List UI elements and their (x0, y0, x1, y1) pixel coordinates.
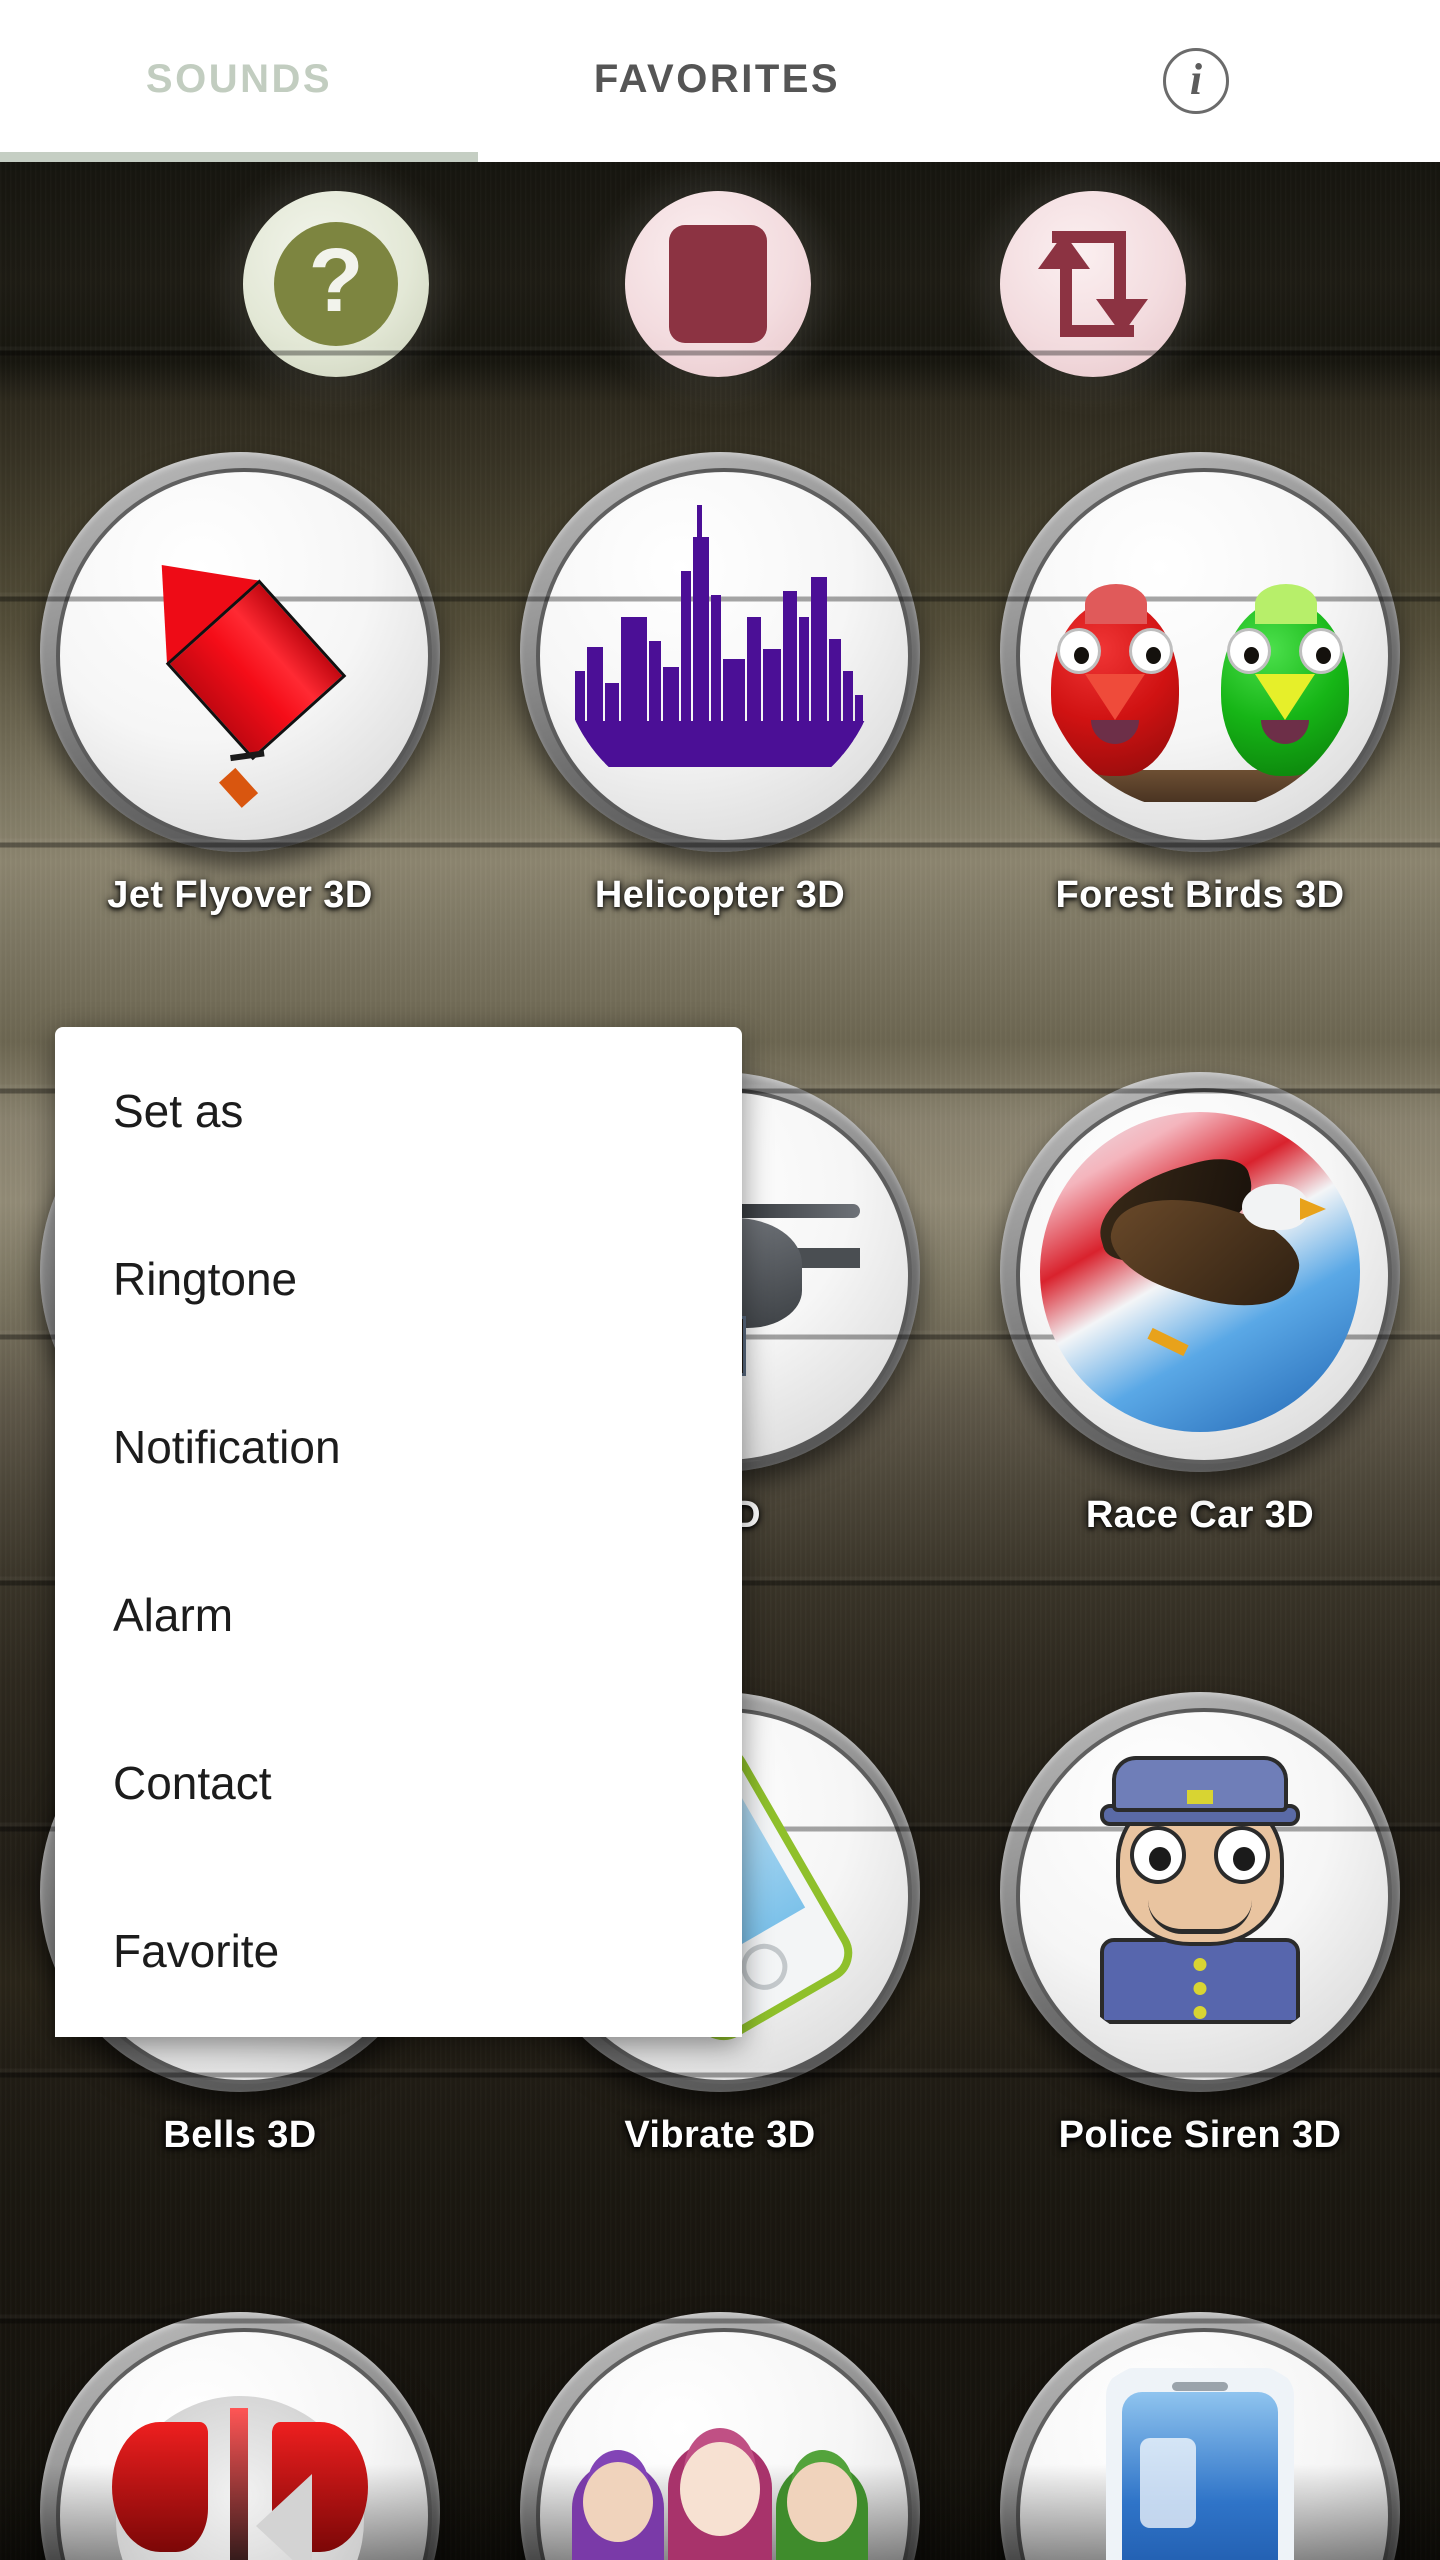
stop-button[interactable] (625, 191, 811, 377)
sound-tile[interactable]: Race Car 3D (960, 1072, 1440, 1537)
tab-bar: SOUNDS FAVORITES i (0, 0, 1440, 162)
repeat-button[interactable] (1000, 191, 1186, 377)
menu-item-label: Ringtone (113, 1253, 298, 1305)
sound-knob[interactable] (1000, 1692, 1400, 2092)
tab-favorites-label: FAVORITES (593, 56, 841, 101)
menu-item-contact[interactable]: Contact (55, 1699, 742, 1867)
menu-item-favorite[interactable]: Favorite (55, 1867, 742, 2035)
sound-label: Forest Birds 3D (1055, 874, 1345, 916)
menu-item-label: Notification (113, 1421, 341, 1473)
sound-tile[interactable] (0, 2312, 480, 2560)
menu-item-label: Alarm (113, 1589, 234, 1641)
policeman-icon (1040, 1732, 1360, 2052)
sound-knob[interactable] (1000, 2312, 1400, 2560)
menu-item-ringtone[interactable]: Ringtone (55, 1195, 742, 1363)
help-glyph: ? (308, 231, 364, 331)
sound-knob[interactable] (1000, 452, 1400, 852)
tab-sounds[interactable]: SOUNDS (0, 0, 478, 158)
sound-knob[interactable] (40, 452, 440, 852)
blue-phone-icon (1040, 2352, 1360, 2560)
sound-label: Race Car 3D (1085, 1494, 1315, 1536)
menu-item-notification[interactable]: Notification (55, 1363, 742, 1531)
info-glyph: i (1189, 54, 1203, 104)
menu-item-label: Contact (113, 1757, 272, 1809)
tab-favorites[interactable]: FAVORITES (478, 0, 956, 158)
sound-tile[interactable]: Forest Birds 3D (960, 452, 1440, 917)
sound-knob[interactable] (1000, 1072, 1400, 1472)
sound-label: Bells 3D (163, 2114, 317, 2156)
rocket-icon (80, 492, 400, 812)
sound-tile[interactable] (480, 2312, 960, 2560)
menu-item-alarm[interactable]: Alarm (55, 1531, 742, 1699)
repeat-loop-icon (1030, 225, 1156, 343)
sound-knob[interactable] (40, 2312, 440, 2560)
menu-item-label: Favorite (113, 1925, 280, 1977)
two-birds-icon (1040, 492, 1360, 812)
sound-label: Jet Flyover 3D (107, 874, 373, 916)
question-mark-icon: ? (274, 222, 398, 346)
stop-square-icon (669, 225, 767, 343)
menu-header-set-as: Set as (55, 1027, 742, 1195)
sound-label: Helicopter 3D (594, 874, 846, 916)
sound-tile[interactable]: Police Siren 3D (960, 1692, 1440, 2157)
sound-knob[interactable] (520, 452, 920, 852)
city-skyline-icon (560, 492, 880, 812)
sound-tile[interactable]: Jet Flyover 3D (0, 452, 480, 917)
help-button[interactable]: ? (243, 191, 429, 377)
sound-knob[interactable] (520, 2312, 920, 2560)
speedometer-icon (80, 2352, 400, 2560)
people-icon (560, 2352, 880, 2560)
sound-tile[interactable] (960, 2312, 1440, 2560)
sound-tile[interactable]: Helicopter 3D (480, 452, 960, 917)
sound-label: Vibrate 3D (624, 2114, 816, 2156)
info-icon[interactable]: i (1163, 48, 1229, 114)
menu-item-label: Set as (113, 1085, 244, 1137)
eagle-flag-icon (1040, 1112, 1360, 1432)
set-as-context-menu: Set as Ringtone Notification Alarm Conta… (55, 1027, 742, 2037)
sound-label: Police Siren 3D (1058, 2114, 1342, 2156)
active-tab-indicator (0, 152, 478, 162)
sound-board-screen: SOUNDS FAVORITES i ? Jet Flyover 3D Heli… (0, 0, 1440, 2560)
tab-sounds-label: SOUNDS (145, 56, 333, 101)
